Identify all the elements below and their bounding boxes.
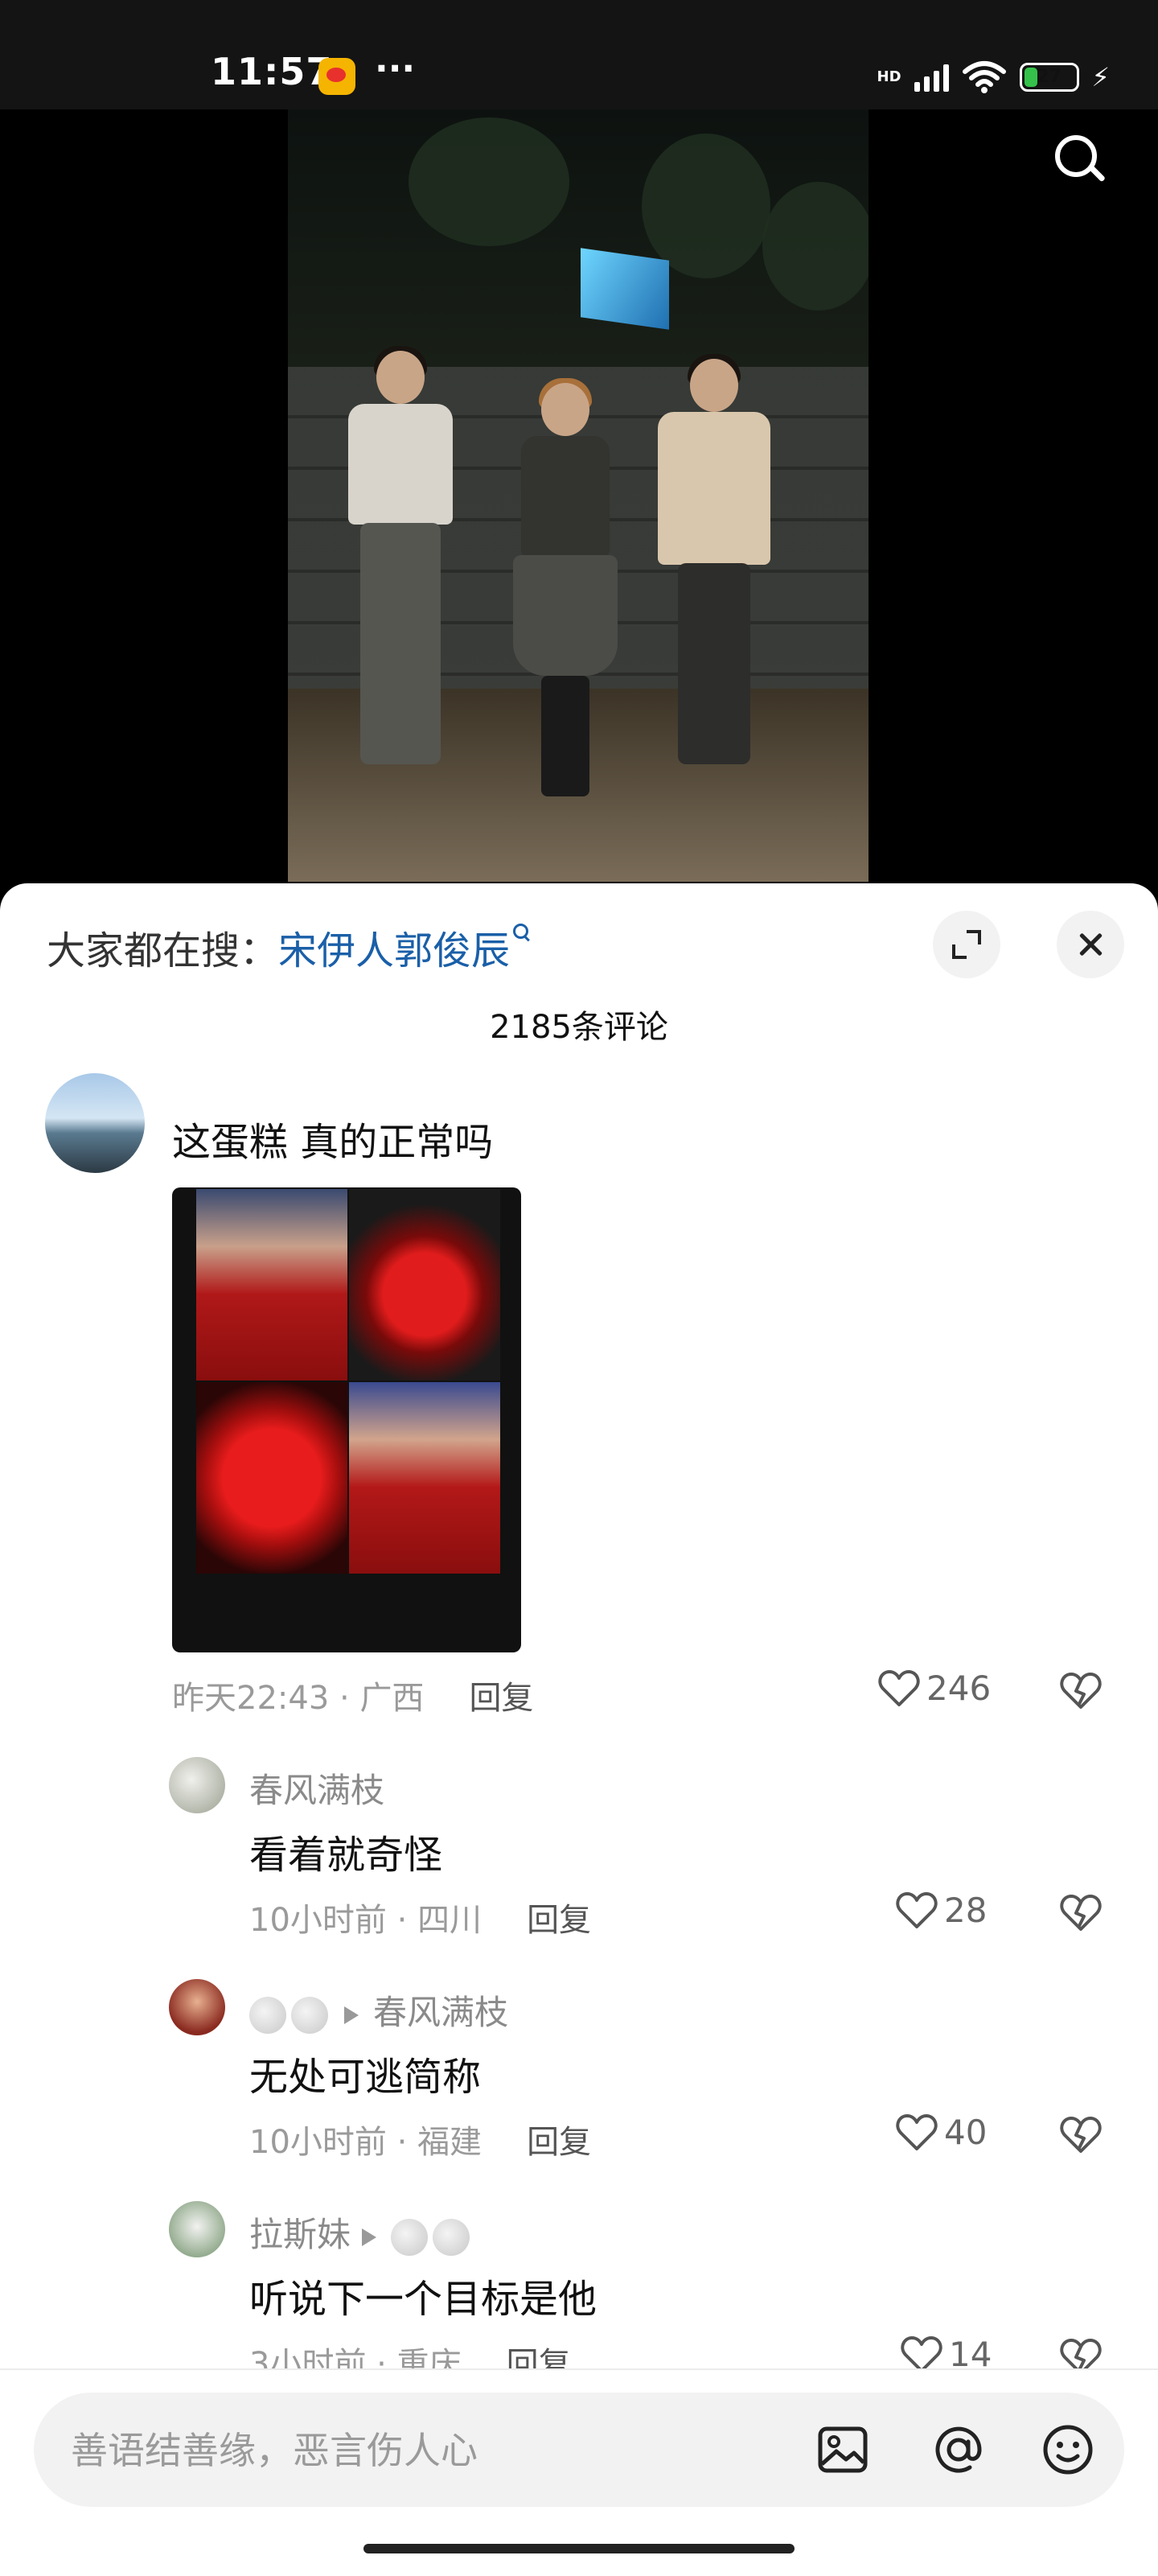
status-icons: HD 27 ⚡ — [877, 55, 1110, 100]
reply-text[interactable]: 无处可逃简称 — [249, 2045, 481, 2101]
weibo-app-icon — [318, 58, 355, 95]
comment-text[interactable]: 这蛋糕 真的正常吗 — [172, 1110, 493, 1167]
background-screen — [581, 248, 669, 330]
reply-username[interactable]: 春风满枝 — [249, 1763, 384, 1813]
battery-level: 27 — [1037, 67, 1062, 87]
heart-icon — [896, 2113, 938, 2150]
video-frame[interactable] — [288, 109, 868, 882]
moon-emoji-icon — [249, 1996, 286, 2034]
comment-input-bar — [0, 2368, 1158, 2576]
heart-icon — [896, 1891, 938, 1928]
comment-input-box[interactable] — [34, 2393, 1124, 2508]
reply-text[interactable]: 听说下一个目标是他 — [249, 2267, 597, 2323]
expand-button[interactable] — [933, 911, 1000, 978]
more-dots-icon: ··· — [375, 48, 416, 89]
comment-location: 广西 — [359, 1680, 425, 1717]
network-label: HD — [877, 68, 901, 85]
reply-arrow-icon — [344, 2006, 359, 2024]
expand-icon — [952, 930, 981, 959]
battery-icon: 27 — [1019, 63, 1079, 92]
search-icon[interactable] — [1053, 134, 1102, 182]
dancer-left — [336, 346, 465, 801]
comment-sheet: 大家都在搜：宋伊人郭俊辰 2185条评论 这蛋糕 真的正常吗 昨天22:43 ·… — [0, 883, 1158, 2574]
at-icon[interactable] — [930, 2421, 988, 2479]
reply-username-line: 拉斯妹 — [249, 2208, 474, 2257]
heart-icon — [878, 1669, 920, 1706]
reply-arrow-icon — [362, 2228, 377, 2246]
dancer-right — [650, 354, 778, 809]
comment-image[interactable] — [172, 1187, 521, 1652]
trending-keyword[interactable]: 宋伊人郭俊辰 — [278, 928, 510, 973]
video-player[interactable] — [0, 109, 1158, 914]
search-icon — [513, 924, 531, 941]
trending-prefix: 大家都在搜： — [47, 928, 279, 973]
like-count: 28 — [944, 1891, 988, 1930]
reply-username[interactable]: 拉斯妹 — [249, 2215, 351, 2254]
like-count: 246 — [926, 1669, 992, 1708]
dancer-middle — [501, 378, 630, 817]
avatar[interactable] — [169, 1979, 225, 2035]
image-cell — [196, 1189, 347, 1381]
reply-time: 10小时前 — [249, 1902, 387, 1939]
dislike-icon[interactable] — [1060, 1894, 1102, 1932]
status-time: 11:57 — [211, 50, 333, 93]
reply-text[interactable]: 看着就奇怪 — [249, 1823, 442, 1879]
comment-count: 2185条评论 — [490, 1009, 668, 1046]
image-cell — [196, 1382, 347, 1574]
comment-time: 昨天22:43 — [172, 1680, 330, 1717]
charging-icon: ⚡ — [1091, 62, 1110, 93]
avatar[interactable] — [45, 1073, 145, 1173]
reply-button[interactable]: 回复 — [469, 1680, 533, 1717]
like-count: 40 — [944, 2113, 988, 2152]
dislike-icon[interactable] — [1060, 2116, 1102, 2154]
home-indicator[interactable] — [363, 2544, 795, 2553]
signal-icon — [914, 63, 949, 92]
trending-search[interactable]: 大家都在搜：宋伊人郭俊辰 — [47, 919, 531, 975]
like-button[interactable]: 40 — [896, 2113, 987, 2152]
reply-to-username[interactable]: 春风满枝 — [373, 1993, 508, 2032]
reply-location: 福建 — [417, 2124, 482, 2161]
image-icon[interactable] — [814, 2421, 872, 2479]
close-button[interactable] — [1057, 911, 1124, 978]
comment-meta: 昨天22:43 · 广西 回复 — [172, 1680, 534, 1717]
avatar[interactable] — [169, 1757, 225, 1813]
moon-emoji-icon — [391, 2218, 429, 2256]
wifi-icon — [962, 61, 1006, 93]
like-button[interactable]: 28 — [896, 1891, 987, 1930]
moon-emoji-icon — [291, 1996, 328, 2034]
moon-emoji-icon — [433, 2218, 470, 2256]
reply-location: 四川 — [417, 1902, 482, 1939]
reply-button[interactable]: 回复 — [527, 2124, 591, 2161]
reply-username-line: 春风满枝 — [249, 1985, 508, 2035]
dislike-icon[interactable] — [1060, 1672, 1102, 1710]
reply-time: 10小时前 — [249, 2124, 387, 2161]
comment-input[interactable] — [69, 2393, 796, 2508]
reply-meta: 10小时前 · 四川 回复 — [249, 1902, 592, 1939]
reply-button[interactable]: 回复 — [527, 1902, 591, 1939]
image-cell — [349, 1189, 500, 1381]
close-icon — [1090, 930, 1094, 959]
avatar[interactable] — [169, 2201, 225, 2257]
reply-meta: 10小时前 · 福建 回复 — [249, 2124, 592, 2161]
like-button[interactable]: 246 — [878, 1669, 991, 1708]
emoji-icon[interactable] — [1039, 2421, 1097, 2479]
status-bar: 11:57 ··· HD 27 ⚡ — [0, 0, 1158, 109]
image-cell — [349, 1382, 500, 1574]
